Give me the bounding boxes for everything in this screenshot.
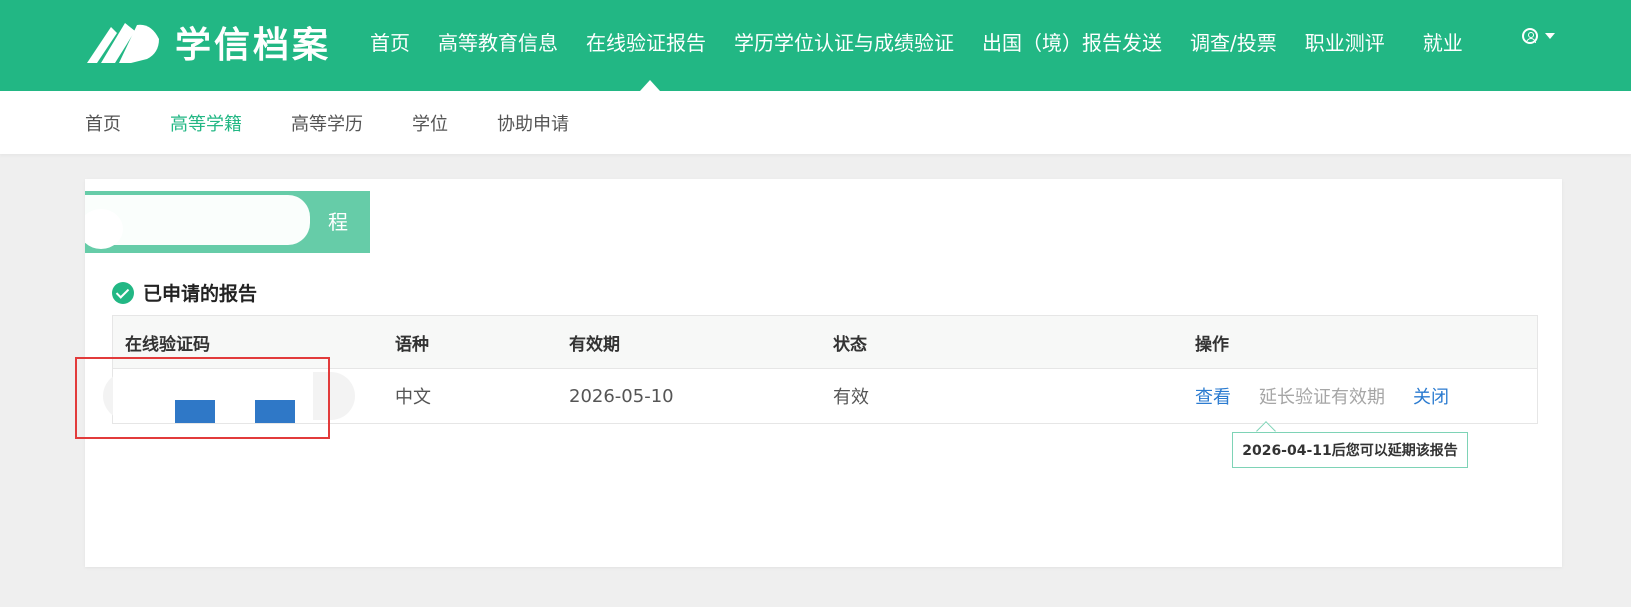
top-header: 学信档案 首页 高等教育信息 在线验证报告 学历学位认证与成绩验证 出国（境）报… xyxy=(0,0,1631,91)
nav-career-assessment[interactable]: 职业测评 xyxy=(1291,27,1399,56)
nav-active-indicator xyxy=(640,80,660,91)
nav-overseas-report-send[interactable]: 出国（境）报告发送 xyxy=(968,27,1176,56)
section-title: 已申请的报告 xyxy=(112,279,257,306)
nav-degree-certification[interactable]: 学历学位认证与成绩验证 xyxy=(720,27,968,56)
subnav-degree[interactable]: 学位 xyxy=(412,110,448,136)
subnav-home[interactable]: 首页 xyxy=(85,110,121,136)
header-language: 语种 xyxy=(395,334,429,355)
main-nav: 首页 高等教育信息 在线验证报告 学历学位认证与成绩验证 出国（境）报告发送 调… xyxy=(370,0,1477,83)
actions-cell: 查看 延长验证有效期 关闭 xyxy=(1195,369,1477,423)
status-cell: 有效 xyxy=(833,387,869,408)
highlight-annotation-box xyxy=(75,357,330,439)
logo[interactable]: 学信档案 xyxy=(85,16,331,68)
header-status: 状态 xyxy=(833,334,867,355)
user-menu[interactable] xyxy=(1522,28,1555,44)
section-title-text: 已申请的报告 xyxy=(143,283,258,305)
sub-nav: 首页 高等学籍 高等学历 学位 协助申请 xyxy=(0,91,1631,154)
extend-tooltip: 2026-04-11后您可以延期该报告 xyxy=(1232,432,1468,468)
card-tab-text: 程 xyxy=(328,210,348,234)
nav-home[interactable]: 首页 xyxy=(370,27,424,56)
nav-online-verification-report[interactable]: 在线验证报告 xyxy=(572,27,720,56)
header-actions: 操作 xyxy=(1195,334,1229,355)
nav-survey-vote[interactable]: 调查/投票 xyxy=(1176,27,1291,56)
view-link[interactable]: 查看 xyxy=(1195,383,1231,409)
subnav-assist-apply[interactable]: 协助申请 xyxy=(497,110,569,136)
valid-until-cell: 2026-05-10 xyxy=(569,385,674,407)
extend-validity-link[interactable]: 延长验证有效期 xyxy=(1259,383,1385,409)
check-circle-icon xyxy=(112,281,134,304)
logo-book-icon xyxy=(87,23,159,63)
logo-text: 学信档案 xyxy=(175,25,332,66)
nav-employment[interactable]: 就业 xyxy=(1409,27,1477,56)
subnav-higher-enrollment[interactable]: 高等学籍 xyxy=(170,110,242,136)
user-circle-icon xyxy=(1522,28,1538,44)
nav-higher-education-info[interactable]: 高等教育信息 xyxy=(424,27,572,56)
close-link[interactable]: 关闭 xyxy=(1413,383,1449,409)
card-tab-label: 程 xyxy=(85,191,370,253)
subnav-higher-education[interactable]: 高等学历 xyxy=(291,110,363,136)
chevron-down-icon xyxy=(1545,33,1555,39)
header-valid-until: 有效期 xyxy=(569,334,620,355)
language-cell: 中文 xyxy=(395,387,431,408)
